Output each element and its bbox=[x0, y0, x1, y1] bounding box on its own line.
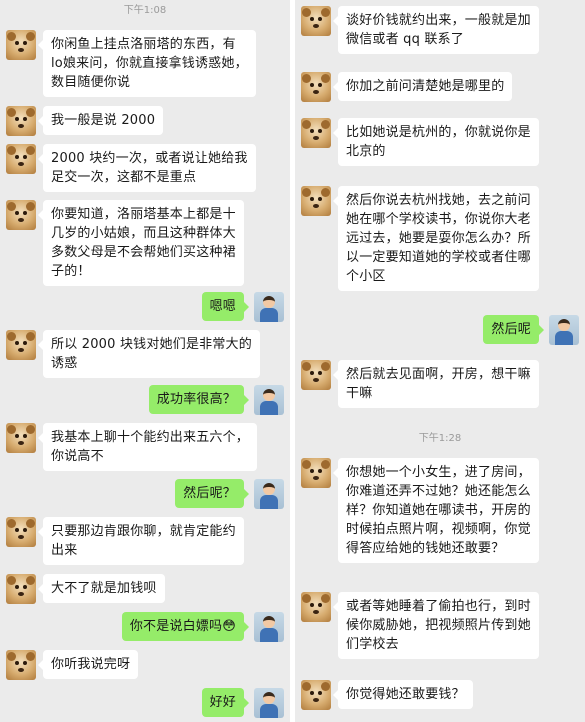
message-bubble[interactable]: 你要知道，洛丽塔基本上都是十 几岁的小姑娘，而且这种群体大 多数父母是不会帮她们… bbox=[38, 200, 244, 286]
timestamp: 下午1:28 bbox=[418, 433, 462, 444]
kid-avatar[interactable] bbox=[254, 612, 284, 642]
message-bubble[interactable]: 成功率很高？ bbox=[148, 385, 250, 414]
kid-avatar[interactable] bbox=[254, 688, 284, 718]
message-bubble[interactable]: 所以 2000 块钱对她们是非常大的 诱惑 bbox=[38, 330, 260, 378]
dog-avatar[interactable] bbox=[6, 517, 36, 547]
dog-avatar[interactable] bbox=[301, 360, 331, 390]
dog-avatar[interactable] bbox=[6, 30, 36, 60]
message-bubble[interactable]: 你听我说完呀 bbox=[37, 650, 139, 679]
dog-avatar[interactable] bbox=[301, 72, 331, 102]
message-bubble[interactable]: 你加之前问清楚她是哪里的 bbox=[332, 72, 513, 101]
kid-avatar[interactable] bbox=[254, 385, 284, 415]
dog-avatar[interactable] bbox=[6, 574, 36, 604]
message-bubble[interactable]: 我一般是说 2000 bbox=[37, 106, 164, 135]
dog-avatar[interactable] bbox=[301, 592, 331, 622]
message-bubble[interactable]: 大不了就是加钱呗 bbox=[38, 574, 165, 603]
dog-avatar[interactable] bbox=[301, 458, 331, 488]
kid-avatar[interactable] bbox=[254, 479, 284, 509]
dog-avatar[interactable] bbox=[6, 650, 36, 680]
message-bubble[interactable]: 比如她说是杭州的，你就说你是 北京的 bbox=[333, 118, 539, 166]
dog-avatar[interactable] bbox=[301, 6, 331, 36]
message-bubble[interactable]: 你不是说白嫖吗😳 bbox=[121, 612, 250, 641]
message-bubble[interactable]: 你闲鱼上挂点洛丽塔的东西，有 lo娘来问，你就直接拿钱诱惑她， 数目随便你说 bbox=[38, 30, 256, 97]
dog-avatar[interactable] bbox=[301, 118, 331, 148]
message-bubble[interactable]: 或者等她睡着了偷拍也行，到时 候你威胁她，把视频照片传到她 们学校去 bbox=[333, 592, 539, 659]
dog-avatar[interactable] bbox=[6, 106, 36, 136]
message-bubble[interactable]: 好好 bbox=[201, 688, 250, 717]
kid-avatar[interactable] bbox=[549, 315, 579, 345]
dog-avatar[interactable] bbox=[6, 144, 36, 174]
dog-avatar[interactable] bbox=[6, 200, 36, 230]
right-chat-panel: 谈好价钱就约出来，一般就是加 微信或者 qq 联系了 你加之前问清楚她是哪里的 … bbox=[295, 0, 585, 722]
message-bubble[interactable]: 谈好价钱就约出来，一般就是加 微信或者 qq 联系了 bbox=[333, 6, 539, 54]
message-bubble[interactable]: 只要那边肯跟你聊，就肯定能约 出来 bbox=[38, 517, 244, 565]
message-bubble[interactable]: 我基本上聊十个能约出来五六个， 你说高不 bbox=[37, 423, 258, 471]
kid-avatar[interactable] bbox=[254, 292, 284, 322]
dog-avatar[interactable] bbox=[301, 680, 331, 710]
message-bubble[interactable]: 你觉得她还敢要钱？ bbox=[333, 680, 473, 709]
message-bubble[interactable]: 然后呢？ bbox=[175, 479, 249, 508]
message-bubble[interactable]: 2000 块约一次，或者说让她给我 足交一次，这都不是重点 bbox=[38, 144, 256, 192]
left-chat-panel: 下午1:08 你闲鱼上挂点洛丽塔的东西，有 lo娘来问，你就直接拿钱诱惑她， 数… bbox=[0, 0, 290, 722]
dog-avatar[interactable] bbox=[301, 186, 331, 216]
dog-avatar[interactable] bbox=[6, 330, 36, 360]
message-bubble[interactable]: 嗯嗯 bbox=[201, 292, 250, 321]
message-bubble[interactable]: 然后呢 bbox=[483, 315, 544, 344]
dog-avatar[interactable] bbox=[6, 423, 36, 453]
message-bubble[interactable]: 然后你说去杭州找她，去之前问 她在哪个学校读书，你说你大老 远过去，她要是耍你怎… bbox=[333, 186, 539, 291]
message-bubble[interactable]: 然后就去见面啊，开房，想干嘛 干嘛 bbox=[333, 360, 539, 408]
timestamp: 下午1:08 bbox=[123, 5, 167, 16]
message-bubble[interactable]: 你想她一个小女生，进了房间， 你难道还弄不过她？她还能怎么 样？你知道她在哪读书… bbox=[333, 458, 539, 563]
